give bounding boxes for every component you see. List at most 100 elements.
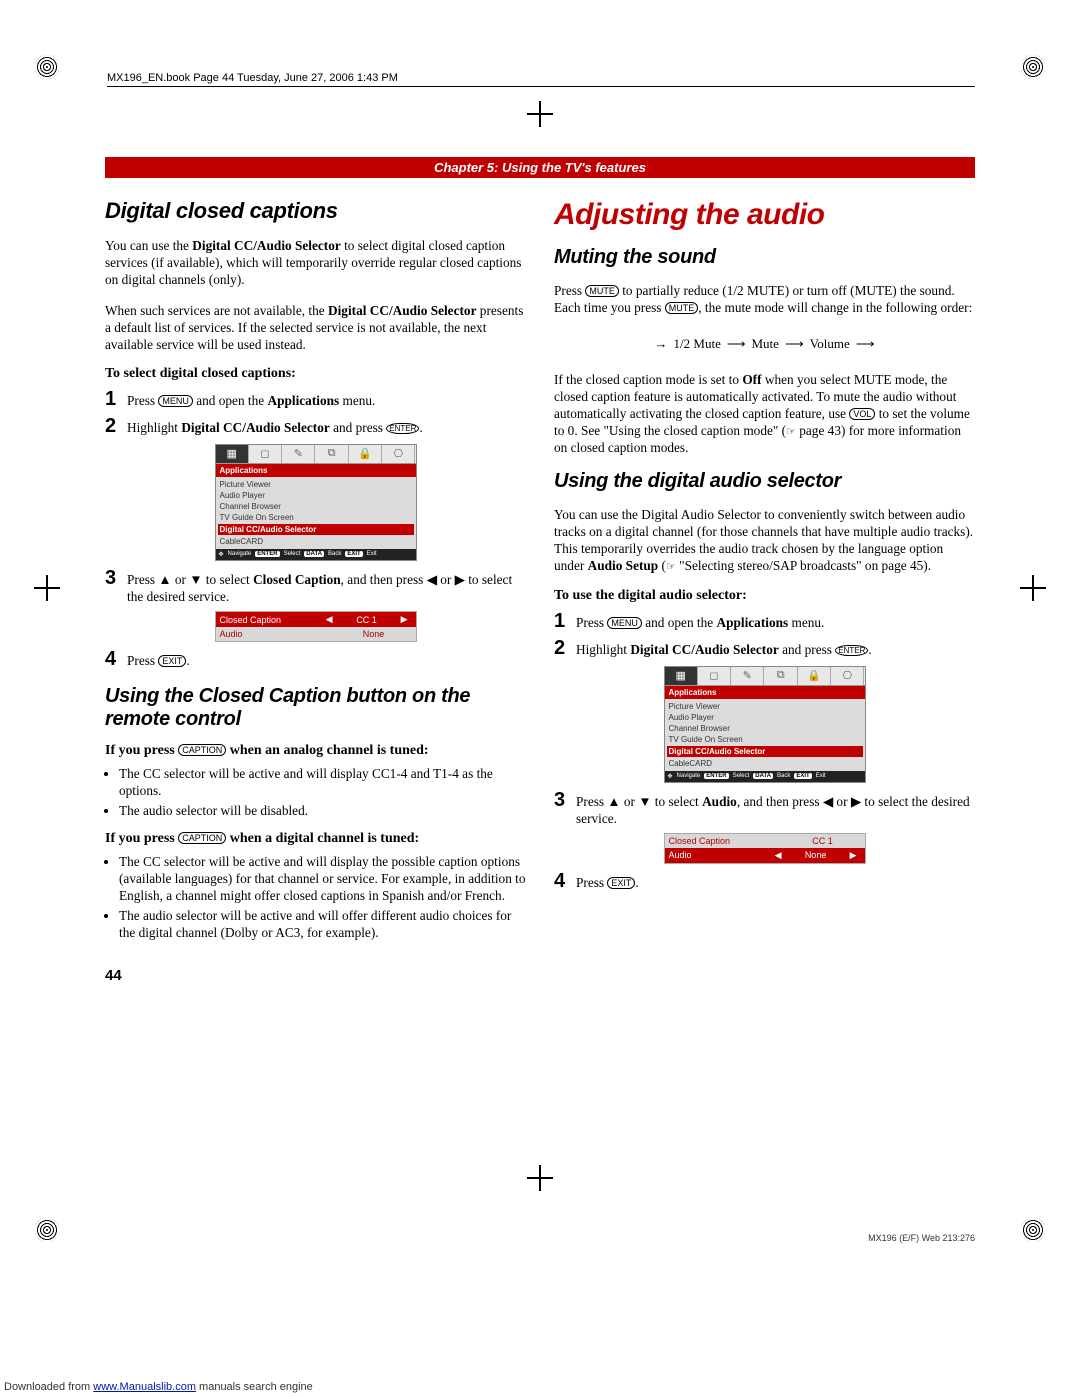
tab-icon: ⎔: [382, 445, 415, 463]
paragraph: Press MUTE to partially reduce (1/2 MUTE…: [554, 282, 975, 316]
menu-item: Picture Viewer: [669, 701, 861, 712]
step-number: 4: [105, 648, 127, 671]
caption-button-icon: CAPTION: [178, 832, 226, 844]
book-header-text: MX196_EN.book Page 44 Tuesday, June 27, …: [107, 72, 398, 84]
bullet: The CC selector will be active and will …: [119, 853, 526, 904]
step: 3 Press ▲ or ▼ to select Audio, and then…: [554, 789, 975, 827]
menu-footer: ✥Navigate ENTERSelect DATABack EXITExit: [216, 549, 416, 560]
paragraph: If the closed caption mode is set to Off…: [554, 371, 975, 456]
menu-item: Picture Viewer: [220, 479, 412, 490]
heading-das: Using the digital audio selector: [554, 470, 975, 493]
steps-list: 4 Press EXIT.: [105, 648, 526, 671]
steps-list: 3 Press ▲ or ▼ to select Audio, and then…: [554, 789, 975, 827]
steps-list: 1 Press MENU and open the Applications m…: [554, 610, 975, 660]
step-number: 3: [554, 789, 576, 812]
menu-item: Audio Player: [669, 712, 861, 723]
step: 1 Press MENU and open the Applications m…: [554, 610, 975, 633]
enter-button-icon: ENTER: [835, 645, 868, 656]
navigate-icon: ✥: [219, 551, 224, 558]
applications-menu-figure: ▦ ◻ ✎ ⧉ 🔒 ⎔ Applications Picture Viewer …: [664, 666, 866, 783]
bullet: The audio selector will be disabled.: [119, 802, 526, 819]
tab-icon: ✎: [731, 667, 764, 685]
right-arrow-icon: ▶: [455, 572, 465, 587]
menu-item: CableCARD: [220, 536, 412, 547]
subheading-to-select: To select digital closed captions:: [105, 366, 526, 382]
pointer-icon: ☞: [786, 426, 796, 438]
manualslib-link[interactable]: www.Manualslib.com: [93, 1381, 196, 1393]
exit-button-icon: EXIT: [158, 655, 186, 667]
right-arrow-icon: ▶: [846, 850, 861, 861]
menu-body: Picture Viewer Audio Player Channel Brow…: [216, 477, 416, 549]
bullet: The audio selector will be active and wi…: [119, 907, 526, 941]
tab-icon: 🔒: [349, 445, 382, 463]
right-arrow-icon: ▶: [397, 614, 412, 625]
tab-icon: ▦: [665, 667, 698, 685]
audio-selector-figure: Closed Caption CC 1 Audio ◀ None ▶: [664, 833, 866, 864]
steps-list: 4 Press EXIT.: [554, 870, 975, 893]
menu-body: Picture Viewer Audio Player Channel Brow…: [665, 699, 865, 771]
menu-item-highlighted: Digital CC/Audio Selector: [667, 746, 863, 757]
step-text: Press EXIT.: [127, 648, 526, 669]
page: MX196_EN.book Page 44 Tuesday, June 27, …: [0, 0, 1080, 1397]
step: 4 Press EXIT.: [554, 870, 975, 893]
paragraph: When such services are not available, th…: [105, 302, 526, 353]
right-arrow-icon: →: [655, 336, 668, 352]
crop-mark-icon: [35, 1218, 59, 1242]
selector-row: Audio None: [216, 627, 416, 641]
menu-item: Channel Browser: [220, 501, 412, 512]
vol-button-icon: VOL: [849, 408, 875, 420]
step: 1 Press MENU and open the Applications m…: [105, 388, 526, 411]
selector-row-hl: Closed Caption ◀ CC 1 ▶: [216, 612, 416, 627]
tab-icon: 🔒: [798, 667, 831, 685]
step-number: 2: [105, 415, 127, 438]
footer-right: MX196 (E/F) Web 213:276: [868, 1233, 975, 1243]
registration-mark-icon: [1024, 579, 1042, 597]
heading-digital-cc: Digital closed captions: [105, 198, 526, 224]
caption-button-icon: CAPTION: [178, 744, 226, 756]
bullet-list: The CC selector will be active and will …: [105, 853, 526, 941]
up-arrow-icon: ▲: [607, 794, 620, 809]
selector-row: Closed Caption CC 1: [665, 834, 865, 848]
cc-selector-figure: Closed Caption ◀ CC 1 ▶ Audio None: [215, 611, 417, 642]
left-arrow-icon: ◀: [322, 614, 337, 625]
left-column: Digital closed captions You can use the …: [105, 198, 526, 984]
subheading-analog: If you press CAPTION when an analog chan…: [105, 743, 526, 759]
down-arrow-icon: ▼: [638, 794, 651, 809]
step-text: Press EXIT.: [576, 870, 975, 891]
down-arrow-icon: ▼: [189, 572, 202, 587]
right-column: Adjusting the audio Muting the sound Pre…: [554, 198, 975, 984]
mute-button-icon: MUTE: [665, 302, 699, 314]
menu-item-highlighted: Digital CC/Audio Selector: [218, 524, 414, 535]
step-number: 4: [554, 870, 576, 893]
right-arrow-icon: ⟶: [785, 336, 804, 352]
crop-mark-icon: [35, 55, 59, 79]
menu-button-icon: MENU: [158, 395, 193, 407]
tab-icon: ✎: [282, 445, 315, 463]
right-arrow-icon: ▶: [851, 794, 861, 809]
step-text: Press MENU and open the Applications men…: [576, 610, 975, 631]
step-number: 1: [105, 388, 127, 411]
steps-list: 3 Press ▲ or ▼ to select Closed Caption,…: [105, 567, 526, 605]
step-text: Press ▲ or ▼ to select Closed Caption, a…: [127, 567, 526, 605]
step-text: Press MENU and open the Applications men…: [127, 388, 526, 409]
step-number: 1: [554, 610, 576, 633]
step-text: Press ▲ or ▼ to select Audio, and then p…: [576, 789, 975, 827]
menu-tab-row: ▦ ◻ ✎ ⧉ 🔒 ⎔: [665, 667, 865, 686]
mute-cycle-figure: → 1/2 Mute ⟶ Mute ⟶ Volume ⟶: [635, 330, 895, 358]
menu-item: TV Guide On Screen: [220, 512, 412, 523]
step: 2 Highlight Digital CC/Audio Selector an…: [105, 415, 526, 438]
heading-adjusting-audio: Adjusting the audio: [554, 198, 975, 232]
mute-button-icon: MUTE: [585, 285, 619, 297]
step: 4 Press EXIT.: [105, 648, 526, 671]
tab-icon: ▦: [216, 445, 249, 463]
tab-icon: ◻: [698, 667, 731, 685]
tab-icon: ⎔: [831, 667, 864, 685]
menu-item: Audio Player: [220, 490, 412, 501]
registration-mark-icon: [38, 579, 56, 597]
crop-mark-icon: [1021, 1218, 1045, 1242]
step-text: Highlight Digital CC/Audio Selector and …: [127, 415, 526, 436]
enter-button-icon: ENTER: [386, 423, 419, 434]
menu-tab-row: ▦ ◻ ✎ ⧉ 🔒 ⎔: [216, 445, 416, 464]
step-number: 3: [105, 567, 127, 590]
chapter-bar: Chapter 5: Using the TV's features: [105, 157, 975, 178]
